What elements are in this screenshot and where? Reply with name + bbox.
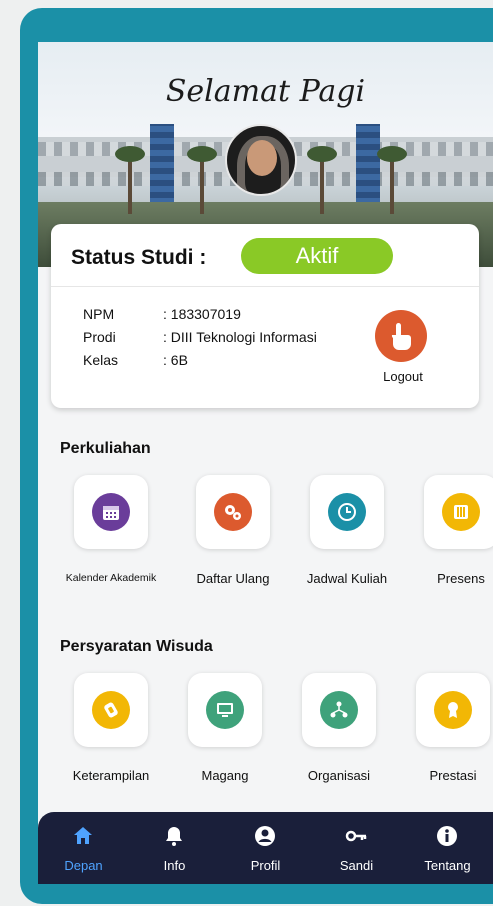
avatar[interactable] [225,124,297,196]
nav-label-depan: Depan [64,858,103,873]
tile-label-keterampilan: Keterampilan [72,768,150,783]
nav-label-sandi: Sandi [339,858,374,873]
section-title-persyaratan-wisuda: Persyaratan Wisuda [60,638,213,655]
prodi-value: : DIII Teknologi Informasi [163,329,317,345]
network-icon [330,701,348,718]
home-icon [74,827,92,844]
nav-item-info[interactable]: Info [129,812,220,884]
user-icon [255,826,275,846]
tile-label-jadwal-kuliah: Jadwal Kuliah [306,571,388,586]
status-title: Status Studi : [71,246,207,269]
nav-label-profil: Profil [250,858,281,873]
tile-organisasi[interactable] [302,673,376,747]
tile-presensi[interactable] [424,475,493,549]
nav-item-tentang[interactable]: Tentang [402,812,493,884]
nav-item-depan[interactable]: Depan [38,812,129,884]
status-badge: Aktif [241,238,393,274]
nav-item-profil[interactable]: Profil [220,812,311,884]
tile-label-organisasi: Organisasi [307,768,371,783]
tile-label-magang: Magang [201,768,249,783]
nav-item-sandi[interactable]: Sandi [311,812,402,884]
app-screen: Selamat Pagi Status Studi : Aktif NPM : … [38,42,493,884]
gears-icon [225,505,241,520]
prodi-label: Prodi [83,329,116,345]
tile-label-prestasi: Prestasi [429,768,477,783]
greeting-text: Selamat Pagi [165,74,366,109]
tile-magang[interactable] [188,673,262,747]
info-icon [437,826,457,846]
npm-label: NPM [83,306,115,322]
nav-label-info: Info [163,858,186,873]
divider [51,286,479,287]
tile-label-presensi: Presens [437,571,485,586]
kelas-value: : 6B [163,352,188,368]
logout-label: Logout [383,369,423,384]
nav-label-tentang: Tentang [424,858,471,873]
status-card: Status Studi : Aktif NPM : 183307019 Pro… [51,224,479,408]
tile-prestasi[interactable] [416,673,490,747]
logout-button[interactable] [375,310,427,362]
key-icon [345,830,367,842]
section-title-perkuliahan: Perkuliahan [60,440,151,457]
calendar-icon [103,506,119,520]
kelas-label: Kelas [83,352,119,368]
tile-daftar-ulang[interactable] [196,475,270,549]
bell-icon [166,827,182,846]
tile-jadwal-kuliah[interactable] [310,475,384,549]
tile-label-daftar-ulang: Daftar Ulang [196,571,270,586]
tile-kalender-akademik[interactable] [74,475,148,549]
attendance-icon [454,505,468,519]
bottom-nav: Depan Info Profil Sandi Tentang [38,812,493,884]
monitor-icon [217,703,233,717]
certificate-icon [104,702,118,718]
award-icon [448,702,458,718]
tile-keterampilan[interactable] [74,673,148,747]
clock-icon [338,503,356,521]
npm-value: : 183307019 [163,306,241,322]
tile-label-kalender-akademik: Kalender Akademik [65,572,157,584]
hand-pointer-icon [391,323,411,350]
